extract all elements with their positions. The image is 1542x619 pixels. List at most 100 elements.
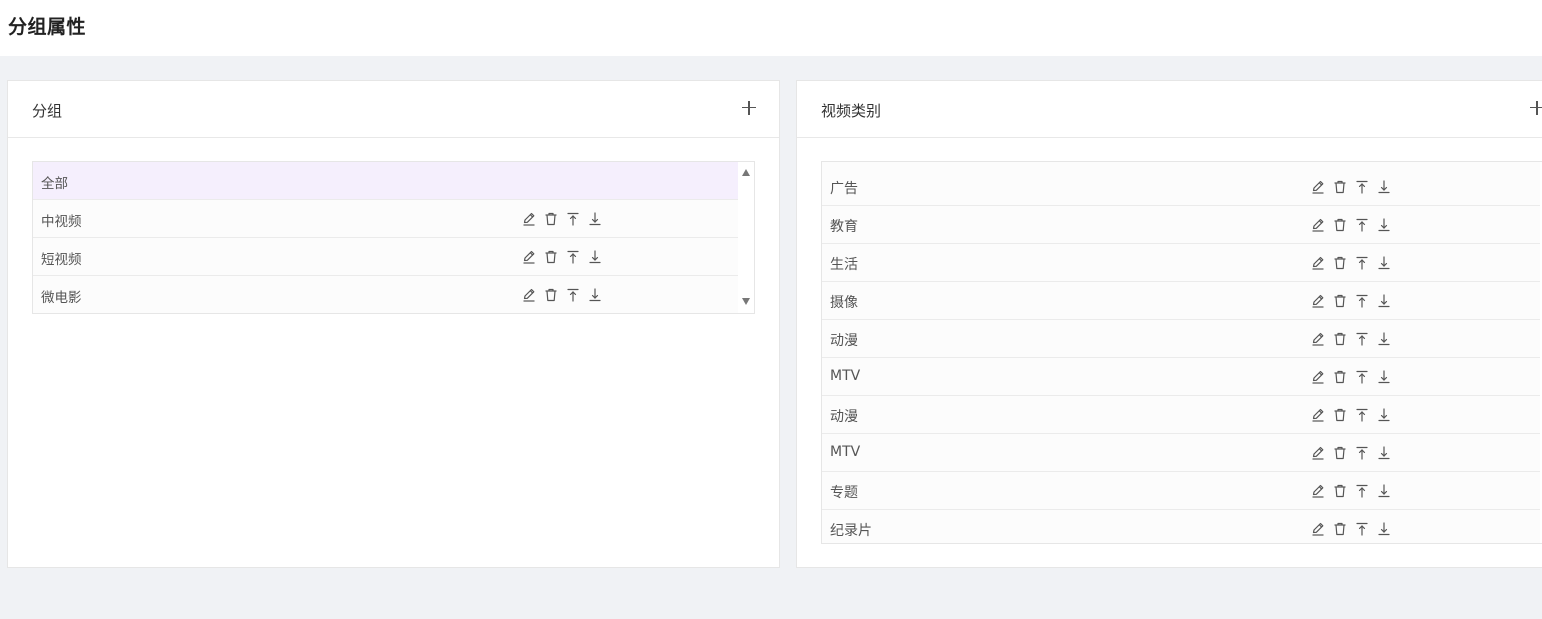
list-item[interactable]: 中视频 — [33, 200, 738, 238]
list-item[interactable]: 全部 — [33, 162, 738, 200]
delete-icon[interactable] — [1332, 293, 1348, 309]
move-top-icon[interactable] — [1354, 521, 1370, 537]
delete-icon[interactable] — [543, 211, 559, 227]
category-panel-header: 视频类别 — [797, 81, 1542, 138]
edit-icon[interactable] — [1310, 407, 1326, 423]
list-item[interactable]: 教育 — [822, 206, 1540, 244]
move-bottom-icon[interactable] — [1376, 483, 1392, 499]
move-bottom-icon[interactable] — [1376, 331, 1392, 347]
move-bottom-icon[interactable] — [1376, 445, 1392, 461]
move-top-icon[interactable] — [1354, 407, 1370, 423]
delete-icon[interactable] — [1332, 255, 1348, 271]
list-item[interactable]: 动漫 — [822, 396, 1540, 434]
add-group-button[interactable] — [737, 96, 761, 120]
edit-icon[interactable] — [1310, 521, 1326, 537]
move-top-icon[interactable] — [1354, 331, 1370, 347]
list-item-label: 摄像 — [830, 295, 858, 311]
list-item[interactable]: 短视频 — [33, 238, 738, 276]
move-top-icon[interactable] — [565, 287, 581, 303]
edit-icon[interactable] — [521, 249, 537, 265]
move-top-icon[interactable] — [1354, 217, 1370, 233]
list-item-label: 全部 — [41, 176, 68, 192]
list-item-label: 广告 — [830, 181, 858, 197]
list-item-label: MTV — [830, 368, 861, 384]
scroll-down-arrow-icon[interactable] — [742, 298, 750, 305]
row-actions — [521, 211, 609, 227]
move-bottom-icon[interactable] — [1376, 521, 1392, 537]
row-actions — [1310, 217, 1398, 233]
move-bottom-icon[interactable] — [1376, 255, 1392, 271]
row-actions — [521, 287, 609, 303]
groups-panel: 分组 全部中视频短视频微电影 — [7, 80, 780, 568]
row-actions — [1310, 255, 1398, 271]
list-item[interactable]: MTV — [822, 358, 1540, 396]
list-item[interactable]: 纪录片 — [822, 510, 1540, 543]
edit-icon[interactable] — [1310, 293, 1326, 309]
move-top-icon[interactable] — [1354, 293, 1370, 309]
category-list-rows: 广告教育生活摄像动漫 MTV 动漫 MTV 专题纪录片 — [822, 168, 1540, 543]
move-top-icon[interactable] — [1354, 369, 1370, 385]
move-bottom-icon[interactable] — [1376, 293, 1392, 309]
edit-icon[interactable] — [521, 211, 537, 227]
delete-icon[interactable] — [1332, 217, 1348, 233]
move-bottom-icon[interactable] — [1376, 179, 1392, 195]
page-title: 分组属性 — [8, 16, 87, 38]
edit-icon[interactable] — [1310, 483, 1326, 499]
groups-list-rows: 全部中视频短视频微电影 — [33, 162, 738, 313]
move-bottom-icon[interactable] — [587, 249, 603, 265]
list-item-label: 生活 — [830, 257, 858, 273]
move-bottom-icon[interactable] — [1376, 217, 1392, 233]
delete-icon[interactable] — [1332, 521, 1348, 537]
move-top-icon[interactable] — [1354, 445, 1370, 461]
groups-panel-header: 分组 — [8, 81, 779, 138]
row-actions — [1310, 293, 1398, 309]
list-item-label: 短视频 — [41, 252, 82, 268]
delete-icon[interactable] — [1332, 179, 1348, 195]
move-top-icon[interactable] — [1354, 179, 1370, 195]
delete-icon[interactable] — [1332, 369, 1348, 385]
add-category-button[interactable] — [1525, 96, 1542, 120]
list-item[interactable]: 动漫 — [822, 320, 1540, 358]
row-actions — [1310, 521, 1398, 537]
scroll-up-arrow-icon[interactable] — [742, 169, 750, 176]
edit-icon[interactable] — [521, 287, 537, 303]
list-item-label: 微电影 — [41, 290, 82, 306]
move-top-icon[interactable] — [565, 249, 581, 265]
category-list: 广告教育生活摄像动漫 MTV 动漫 MTV 专题纪录片 — [821, 161, 1542, 544]
list-item-label: 教育 — [830, 219, 858, 235]
list-item-label: 纪录片 — [830, 523, 872, 539]
list-item[interactable]: 微电影 — [33, 276, 738, 313]
groups-panel-title: 分组 — [32, 102, 63, 120]
move-bottom-icon[interactable] — [587, 211, 603, 227]
delete-icon[interactable] — [1332, 445, 1348, 461]
row-actions — [1310, 407, 1398, 423]
delete-icon[interactable] — [1332, 407, 1348, 423]
edit-icon[interactable] — [1310, 217, 1326, 233]
row-actions — [1310, 331, 1398, 347]
move-bottom-icon[interactable] — [1376, 407, 1392, 423]
edit-icon[interactable] — [1310, 369, 1326, 385]
move-top-icon[interactable] — [1354, 483, 1370, 499]
delete-icon[interactable] — [1332, 331, 1348, 347]
groups-list-scrollbar[interactable] — [738, 162, 754, 313]
category-panel-title: 视频类别 — [821, 102, 882, 120]
edit-icon[interactable] — [1310, 255, 1326, 271]
list-item[interactable]: 广告 — [822, 168, 1540, 206]
row-actions — [1310, 445, 1398, 461]
delete-icon[interactable] — [543, 249, 559, 265]
delete-icon[interactable] — [543, 287, 559, 303]
list-item[interactable]: 摄像 — [822, 282, 1540, 320]
move-top-icon[interactable] — [1354, 255, 1370, 271]
list-item-label: MTV — [830, 444, 861, 460]
edit-icon[interactable] — [1310, 179, 1326, 195]
row-actions — [1310, 179, 1398, 195]
move-top-icon[interactable] — [565, 211, 581, 227]
list-item[interactable]: 专题 — [822, 472, 1540, 510]
edit-icon[interactable] — [1310, 331, 1326, 347]
move-bottom-icon[interactable] — [587, 287, 603, 303]
delete-icon[interactable] — [1332, 483, 1348, 499]
edit-icon[interactable] — [1310, 445, 1326, 461]
list-item[interactable]: 生活 — [822, 244, 1540, 282]
list-item[interactable]: MTV — [822, 434, 1540, 472]
move-bottom-icon[interactable] — [1376, 369, 1392, 385]
